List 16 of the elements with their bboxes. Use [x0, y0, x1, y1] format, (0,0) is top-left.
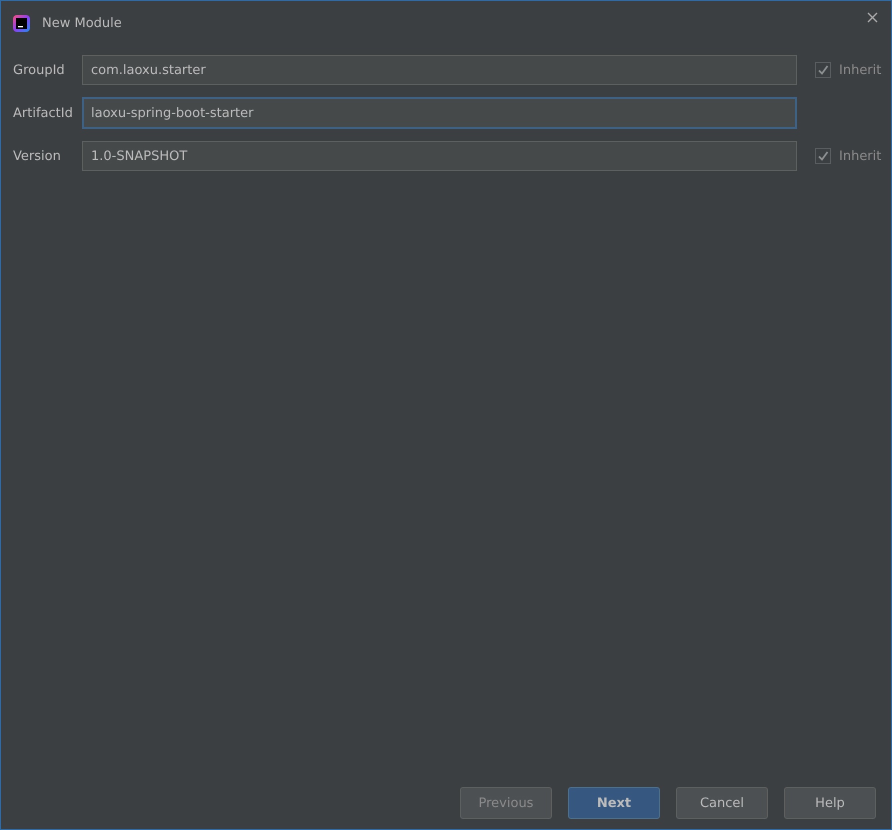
text-field[interactable]: 1.0-SNAPSHOT	[82, 141, 797, 171]
dialog-button[interactable]: Cancel	[676, 787, 768, 819]
text-field[interactable]: com.laoxu.starter	[82, 55, 797, 85]
checkbox-label: Inherit	[839, 62, 882, 78]
check-icon	[817, 64, 829, 76]
field-label: GroupId	[13, 62, 66, 78]
field-label: Version	[13, 148, 62, 164]
check-icon	[817, 150, 829, 162]
window-title: New Module	[42, 16, 123, 30]
app-logo-icon	[13, 14, 30, 32]
field-label: ArtifactId	[13, 106, 74, 120]
dialog-button[interactable]: Help	[784, 787, 876, 819]
text-field[interactable]: laoxu-spring-boot-starter	[82, 97, 797, 129]
dialog-button[interactable]: Next	[568, 787, 660, 819]
close-icon[interactable]	[865, 10, 879, 24]
checkbox-label: Inherit	[839, 148, 882, 164]
